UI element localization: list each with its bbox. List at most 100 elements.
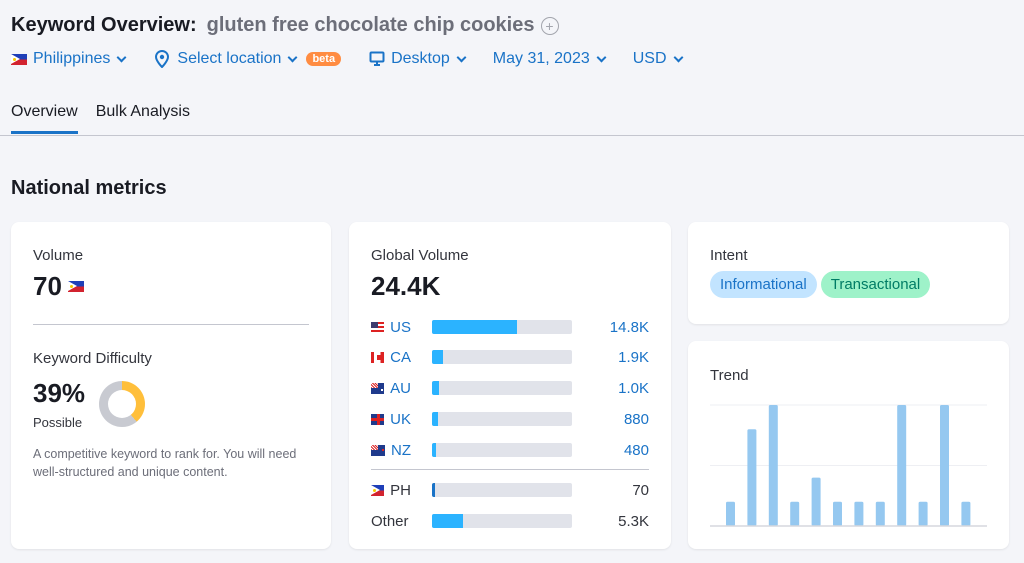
difficulty-value: 39% [33,378,86,408]
country-volume: 70 [632,481,649,499]
country-code: US [390,318,411,336]
canada-flag-icon [371,351,385,363]
currency-dropdown[interactable]: USD [632,50,683,68]
trend-bar[interactable] [854,501,864,526]
volume-value: 70 [33,271,62,301]
country-code: UK [390,410,411,428]
location-dropdown[interactable]: Select location beta [155,50,342,68]
country-code: AU [390,379,411,397]
australia-flag-icon [371,382,385,394]
trend-bar[interactable] [768,405,778,526]
country-row-nz[interactable]: NZ 480 [371,440,649,460]
tab-bulk-analysis[interactable]: Bulk Analysis [96,103,190,134]
volume-share-fill [432,350,444,364]
card-divider [33,324,309,325]
volume-share-bar [432,381,572,395]
country-row-uk[interactable]: UK 880 [371,409,649,429]
tabs-divider [0,135,1024,136]
philippines-flag-icon [371,484,385,496]
section-title: National metrics [11,177,167,199]
intent-tags: Informational Transactional [710,271,934,298]
page-title: Keyword Overview: gluten free chocolate … [11,14,559,37]
volume-share-fill [432,483,435,497]
volume-share-fill [432,514,463,528]
volume-share-fill [432,381,439,395]
volume-value-row: 70 [33,271,90,302]
plus-circle-icon[interactable]: + [540,16,559,35]
trend-bar[interactable] [726,501,735,526]
country-code: NZ [391,441,411,459]
chevron-down-icon [456,52,467,62]
volume-share-fill [432,320,518,334]
volume-share-fill [432,412,438,426]
trend-bar[interactable] [940,405,949,526]
global-volume-value: 24.4K [371,271,441,301]
trend-bar[interactable] [833,501,842,526]
global-volume-card: Global Volume 24.4K US 14.8K CA 1.9K AU … [349,222,671,549]
philippines-flag-icon [11,53,27,65]
location-label: Select location [177,50,282,67]
keyword-text: gluten free chocolate chip cookies [206,14,535,36]
intent-card: Intent Informational Transactional [688,222,1009,324]
device-label: Desktop [391,50,450,67]
chevron-down-icon [673,52,683,62]
other-label: Other [371,512,409,530]
trend-bar[interactable] [875,501,885,526]
trend-chart [710,404,987,527]
filter-bar: Philippines Select location beta Desktop… [11,50,683,68]
tab-bar: Overview Bulk Analysis [11,103,208,134]
volume-share-fill [432,443,437,457]
trend-bar[interactable] [897,405,907,526]
volume-share-bar [432,514,572,528]
trend-label: Trend [710,367,749,384]
country-volume: 1.0K [618,379,649,397]
us-flag-icon [371,321,385,333]
trend-bar[interactable] [811,477,821,526]
chevron-down-icon [596,52,607,62]
country-label: Philippines [33,50,111,67]
trend-card: Trend [688,341,1009,549]
volume-share-bar [432,483,572,497]
volume-share-bar [432,443,572,457]
country-row-us[interactable]: US 14.8K [371,317,649,337]
tab-overview[interactable]: Overview [11,103,78,134]
difficulty-description: A competitive keyword to rank for. You w… [33,447,297,479]
global-divider [371,469,649,470]
country-row-ph: PH 70 [371,480,649,500]
intent-label: Intent [710,247,748,264]
trend-bar[interactable] [747,429,757,526]
location-pin-icon [155,50,170,68]
beta-badge: beta [306,52,342,66]
country-volume: 1.9K [618,348,649,366]
volume-share-bar [432,350,572,364]
country-code: CA [390,348,411,366]
desktop-icon [369,51,385,66]
difficulty-donut-chart [99,381,145,427]
country-volume: 14.8K [609,318,649,336]
country-row-ca[interactable]: CA 1.9K [371,347,649,367]
currency-label: USD [632,50,667,67]
country-volume: 880 [623,410,649,428]
volume-share-bar [432,412,572,426]
date-label: May 31, 2023 [492,50,590,67]
volume-difficulty-card: Volume 70 Keyword Difficulty 39% Possibl… [11,222,331,549]
trend-bar[interactable] [961,501,971,526]
volume-share-bar [432,320,572,334]
country-row-au[interactable]: AU 1.0K [371,378,649,398]
new-zealand-flag-icon [371,444,385,456]
difficulty-label: Keyword Difficulty [33,350,152,367]
title-label: Keyword Overview: [11,14,197,36]
country-volume: 480 [623,441,649,459]
chevron-down-icon [116,52,127,62]
country-row-other: Other 5.3K [371,511,649,531]
device-dropdown[interactable]: Desktop [369,50,467,68]
date-dropdown[interactable]: May 31, 2023 [492,50,607,68]
global-volume-label: Global Volume [371,247,469,264]
trend-bar[interactable] [790,501,800,526]
chevron-down-icon [288,52,298,62]
country-dropdown[interactable]: Philippines [11,50,127,68]
country-code: PH [390,481,411,499]
difficulty-rating: Possible [33,415,83,430]
uk-flag-icon [371,413,385,425]
trend-bar[interactable] [918,501,928,526]
